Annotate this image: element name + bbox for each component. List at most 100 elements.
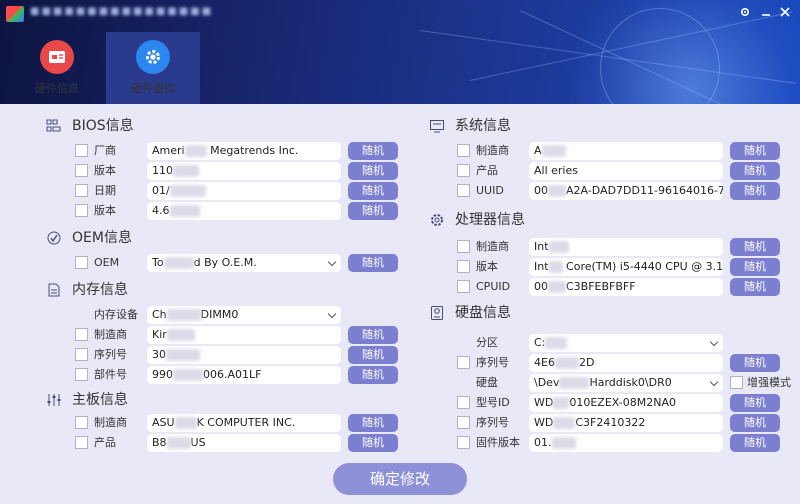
random-button[interactable]: 随机 [730,434,780,452]
disk-serial1-field[interactable]: 4E6 2D [529,354,723,372]
cpu-id-label: CPUID [476,280,511,293]
random-button[interactable]: 随机 [730,182,780,200]
random-button[interactable]: 随机 [348,142,398,160]
memory-serial-checkbox[interactable] [75,348,88,361]
settings-icon[interactable] [737,6,753,22]
minimize-button[interactable] [758,6,774,22]
cpu-id-field[interactable]: 00 C3BFEBFBFF [529,278,723,296]
disk-serial2-field[interactable]: WD C3F2410322 [529,414,723,432]
board-product-checkbox[interactable] [75,436,88,449]
random-button[interactable]: 随机 [348,162,398,180]
memory-vendor-checkbox[interactable] [75,328,88,341]
bios-date-field[interactable]: 01/ [147,182,341,200]
cpu-gear-icon [429,212,445,228]
random-button[interactable]: 随机 [730,258,780,276]
cpu-version-field[interactable]: Int Core(TM) i5-4440 CPU @ 3.10 [529,258,723,276]
random-button[interactable]: 随机 [348,414,398,432]
random-button[interactable]: 随机 [348,254,398,272]
bios-version2-field[interactable]: 4.6 [147,202,341,220]
memory-device-label: 内存设备 [94,308,138,321]
disk-firmware-field[interactable]: 01. [529,434,723,452]
close-button[interactable] [777,6,793,22]
random-button[interactable]: 随机 [730,414,780,432]
random-button[interactable]: 随机 [348,434,398,452]
memory-serial-field[interactable]: 30 [147,346,341,364]
disk-partition-select[interactable]: C: [529,334,723,352]
enhanced-mode-checkbox[interactable] [730,376,743,389]
random-button[interactable]: 随机 [730,354,780,372]
system-vendor-checkbox[interactable] [457,144,470,157]
disk-model-checkbox[interactable] [457,396,470,409]
bios-row-version2: 版本 4.6 随机 [75,202,400,220]
system-product-label: 产品 [476,164,498,177]
disk-model-field[interactable]: WD 010EZEX-08M2NA0 [529,394,723,412]
bios-icon [46,118,62,134]
cpu-vendor-checkbox[interactable] [457,240,470,253]
disk-drive-select[interactable]: \Dev Harddisk0\DR0 [529,374,723,392]
oem-section-title: OEM信息 [47,229,132,247]
monitor-icon [429,118,445,134]
bios-version-checkbox[interactable] [75,164,88,177]
bios-date-label: 日期 [94,184,116,197]
confirm-modify-button[interactable]: 确定修改 [333,463,467,495]
random-button[interactable]: 随机 [348,346,398,364]
disk-row-drive: 硬盘 \Dev Harddisk0\DR0 增强模式 [457,374,797,392]
bios-vendor-field[interactable]: Ameri Megatrends Inc. [147,142,341,160]
bios-row-date: 日期 01/ 随机 [75,182,400,200]
random-button[interactable]: 随机 [730,278,780,296]
oem-checkbox[interactable] [75,256,88,269]
cpu-row-vendor: 制造商 Int 随机 [457,238,782,256]
random-button[interactable]: 随机 [348,366,398,384]
random-button[interactable]: 随机 [730,394,780,412]
memory-vendor-label: 制造商 [94,328,127,341]
memory-part-field[interactable]: 990 006.A01LF [147,366,341,384]
board-vendor-checkbox[interactable] [75,416,88,429]
board-row-vendor: 制造商 ASU K COMPUTER INC. 随机 [75,414,400,432]
bios-version-label: 版本 [94,164,116,177]
disk-row-firmware: 固件版本 01. 随机 [457,434,782,452]
memory-part-checkbox[interactable] [75,368,88,381]
tab-hardware-info[interactable]: 硬件信息 [10,32,104,104]
tab-label: 硬件虚拟 [131,82,175,95]
random-button[interactable]: 随机 [348,326,398,344]
disk-model-label: 型号ID [476,396,510,409]
cpu-id-checkbox[interactable] [457,280,470,293]
tab-hardware-virtual[interactable]: 硬件虚拟 [106,32,200,104]
board-product-field[interactable]: B8 US [147,434,341,452]
disk-row-model: 型号ID WD 010EZEX-08M2NA0 随机 [457,394,782,412]
disk-serial2-checkbox[interactable] [457,416,470,429]
cpu-version-label: 版本 [476,260,498,273]
cpu-row-version: 版本 Int Core(TM) i5-4440 CPU @ 3.10 随机 [457,258,782,276]
random-button[interactable]: 随机 [730,142,780,160]
random-button[interactable]: 随机 [730,162,780,180]
disk-row-serial2: 序列号 WD C3F2410322 随机 [457,414,782,432]
board-product-label: 产品 [94,436,116,449]
disk-serial1-label: 序列号 [476,356,509,369]
random-button[interactable]: 随机 [730,238,780,256]
system-row-vendor: 制造商 A 随机 [457,142,782,160]
bios-version-field[interactable]: 110 [147,162,341,180]
memory-vendor-field[interactable]: Kir [147,326,341,344]
system-product-field[interactable]: All eries [529,162,723,180]
bios-vendor-checkbox[interactable] [75,144,88,157]
random-button[interactable]: 随机 [348,182,398,200]
board-section-title: 主板信息 [47,391,128,409]
board-row-product: 产品 B8 US 随机 [75,434,400,452]
memory-part-label: 部件号 [94,368,127,381]
memory-icon [46,282,62,298]
system-uuid-checkbox[interactable] [457,184,470,197]
bios-version2-checkbox[interactable] [75,204,88,217]
oem-select[interactable]: To d By O.E.M. [147,254,341,272]
disk-serial1-checkbox[interactable] [457,356,470,369]
disk-serial2-label: 序列号 [476,416,509,429]
cpu-version-checkbox[interactable] [457,260,470,273]
bios-date-checkbox[interactable] [75,184,88,197]
random-button[interactable]: 随机 [348,202,398,220]
board-vendor-field[interactable]: ASU K COMPUTER INC. [147,414,341,432]
cpu-vendor-field[interactable]: Int [529,238,723,256]
system-vendor-field[interactable]: A [529,142,723,160]
memory-device-select[interactable]: Ch DIMM0 [147,306,341,324]
system-product-checkbox[interactable] [457,164,470,177]
disk-firmware-checkbox[interactable] [457,436,470,449]
system-uuid-field[interactable]: 00 A2A-DAD7DD11-96164016-7E2 [529,182,723,200]
